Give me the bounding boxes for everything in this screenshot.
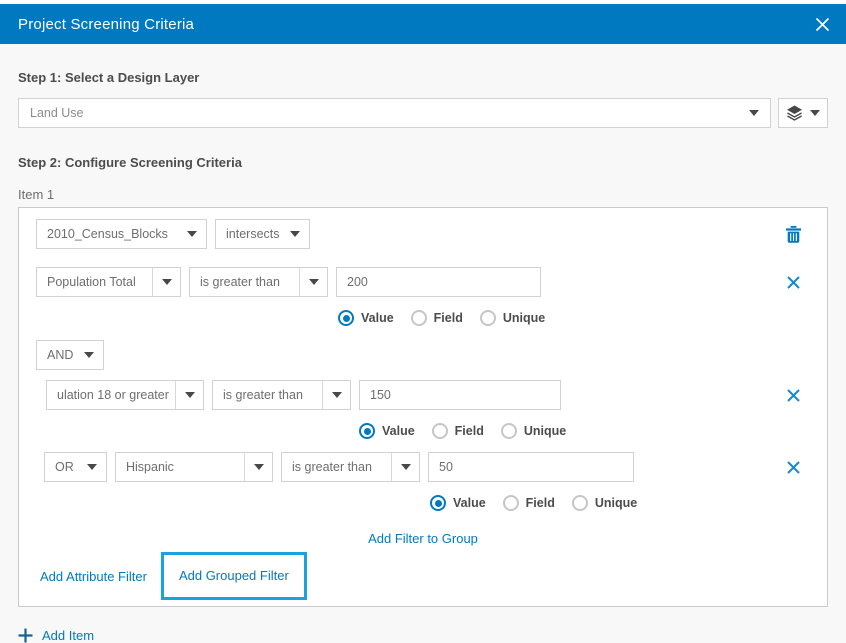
item-1-label: Item 1 [18, 187, 828, 202]
filter-actions-row: Add Attribute Filter Add Grouped Filter [36, 552, 810, 600]
group-filter1-operator-value: is greater than [213, 388, 322, 402]
dialog-body: Step 1: Select a Design Layer Land Use S… [0, 70, 846, 643]
step2-heading: Step 2: Configure Screening Criteria [18, 155, 828, 170]
radio-unique[interactable] [480, 310, 496, 326]
layer-options-button[interactable] [778, 98, 828, 128]
attribute-filter-row: Population Total is greater than [36, 267, 810, 297]
radio-field[interactable] [503, 495, 519, 511]
radio-unique[interactable] [572, 495, 588, 511]
chevron-down-icon [244, 453, 272, 481]
radio-value-selected[interactable] [430, 495, 446, 511]
radio-option-field[interactable]: Field [411, 310, 463, 326]
spatial-operator-value: intersects [216, 227, 281, 241]
spatial-filter-row: 2010_Census_Blocks intersects [36, 219, 810, 249]
radio-option-value[interactable]: Value [338, 310, 394, 326]
dialog-header: Project Screening Criteria [0, 4, 846, 44]
design-layer-select[interactable]: Land Use [18, 98, 771, 128]
logic-operator-row: AND [36, 340, 810, 370]
add-attribute-filter-link[interactable]: Add Attribute Filter [40, 569, 147, 584]
radio-unique-label: Unique [524, 424, 566, 438]
radio-field-label: Field [526, 496, 555, 510]
radio-field[interactable] [411, 310, 427, 326]
radio-option-value[interactable]: Value [359, 423, 415, 439]
add-filter-to-group-row: Add Filter to Group [36, 530, 810, 546]
add-grouped-filter-link[interactable]: Add Grouped Filter [179, 568, 289, 583]
radio-unique-label: Unique [595, 496, 637, 510]
group-filter1-row: ulation 18 or greater is greater than [46, 380, 810, 410]
layers-icon [786, 105, 803, 121]
radio-value-label: Value [382, 424, 415, 438]
chevron-down-icon [175, 381, 203, 409]
chevron-down-icon [299, 268, 327, 296]
group-filter2-logic-value: OR [45, 460, 78, 474]
spatial-layer-value: 2010_Census_Blocks [37, 227, 178, 241]
radio-field-label: Field [434, 311, 463, 325]
radio-option-unique[interactable]: Unique [572, 495, 637, 511]
logic-operator-value: AND [37, 348, 75, 362]
chevron-down-icon [75, 341, 103, 369]
dialog-title: Project Screening Criteria [18, 16, 194, 33]
group-filter2-logic-dropdown[interactable]: OR [44, 452, 107, 482]
filter1-operator-dropdown[interactable]: is greater than [189, 267, 328, 297]
filter1-value-input[interactable] [336, 267, 541, 297]
radio-option-value[interactable]: Value [430, 495, 486, 511]
remove-filter-icon[interactable] [787, 276, 800, 289]
trash-icon[interactable] [786, 226, 801, 243]
plus-icon [18, 628, 33, 643]
group-filter2-value-input[interactable] [428, 452, 634, 482]
spatial-operator-dropdown[interactable]: intersects [215, 219, 310, 249]
add-item-row[interactable]: Add Item [18, 628, 828, 643]
filter1-mode-radios: Value Field Unique [338, 309, 810, 327]
group-filter2-field-value: Hispanic [116, 460, 244, 474]
spatial-layer-dropdown[interactable]: 2010_Census_Blocks [36, 219, 207, 249]
tutorial-highlight-box: Add Grouped Filter [161, 552, 307, 600]
add-item-link[interactable]: Add Item [42, 628, 94, 643]
design-layer-value: Land Use [19, 106, 738, 120]
radio-option-field[interactable]: Field [432, 423, 484, 439]
radio-value-selected[interactable] [338, 310, 354, 326]
radio-option-unique[interactable]: Unique [480, 310, 545, 326]
radio-field[interactable] [432, 423, 448, 439]
remove-filter-icon[interactable] [787, 389, 800, 402]
filter1-field-value: Population Total [37, 275, 152, 289]
remove-filter-icon[interactable] [787, 461, 800, 474]
group-filter1-mode-radios: Value Field Unique [359, 422, 810, 440]
radio-unique[interactable] [501, 423, 517, 439]
radio-value-selected[interactable] [359, 423, 375, 439]
filter1-field-dropdown[interactable]: Population Total [36, 267, 181, 297]
chevron-down-icon [810, 110, 820, 116]
chevron-down-icon [738, 99, 770, 127]
design-layer-row: Land Use [18, 98, 828, 128]
chevron-down-icon [281, 220, 309, 248]
item-1-panel: 2010_Census_Blocks intersects Population… [18, 207, 828, 607]
radio-option-field[interactable]: Field [503, 495, 555, 511]
radio-option-unique[interactable]: Unique [501, 423, 566, 439]
radio-value-label: Value [361, 311, 394, 325]
radio-unique-label: Unique [503, 311, 545, 325]
chevron-down-icon [78, 453, 106, 481]
group-filter2-operator-value: is greater than [282, 460, 391, 474]
group-filter2-operator-dropdown[interactable]: is greater than [281, 452, 420, 482]
radio-value-label: Value [453, 496, 486, 510]
chevron-down-icon [322, 381, 350, 409]
group-filter1-field-dropdown[interactable]: ulation 18 or greater [46, 380, 204, 410]
chevron-down-icon [178, 220, 206, 248]
logic-operator-dropdown[interactable]: AND [36, 340, 104, 370]
filter1-operator-value: is greater than [190, 275, 299, 289]
chevron-down-icon [391, 453, 419, 481]
group-filter1-value-input[interactable] [359, 380, 561, 410]
add-filter-to-group-link[interactable]: Add Filter to Group [368, 531, 478, 546]
group-filter2-row: OR Hispanic is greater than [44, 452, 810, 482]
chevron-down-icon [152, 268, 180, 296]
close-icon[interactable] [815, 17, 830, 32]
group-filter2-mode-radios: Value Field Unique [430, 494, 810, 512]
group-filter1-field-value: ulation 18 or greater [47, 388, 175, 402]
radio-field-label: Field [455, 424, 484, 438]
step1-heading: Step 1: Select a Design Layer [18, 70, 828, 85]
group-filter2-field-dropdown[interactable]: Hispanic [115, 452, 273, 482]
group-filter1-operator-dropdown[interactable]: is greater than [212, 380, 351, 410]
